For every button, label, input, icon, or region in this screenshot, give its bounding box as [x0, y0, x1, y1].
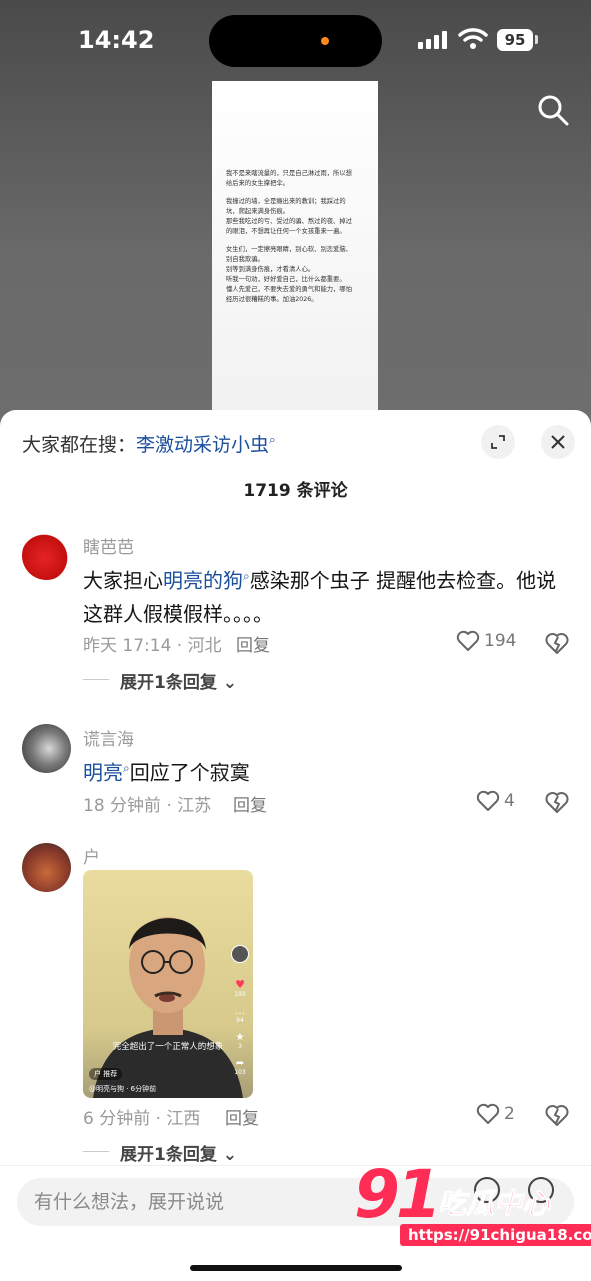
watermark-number: 91: [354, 1156, 442, 1233]
dislike-icon[interactable]: [544, 790, 570, 814]
expand-divider: [83, 679, 109, 680]
expand-replies-label: 展开1条回复: [120, 673, 217, 693]
video-recommend-tag: 户 推荐: [89, 1068, 123, 1080]
expand-replies-button[interactable]: 展开1条回复 ⌄: [120, 668, 237, 693]
comment-text-part: 大家担心: [83, 568, 163, 593]
heart-icon: [476, 1103, 500, 1124]
document-image: 我不是来瞎流量的，只是自己淋过雨，所以想 给后来的女生撑把伞。 我撞过的墙，全是…: [212, 81, 378, 416]
comment-text: 明亮⌕回应了个寂寞: [83, 752, 563, 790]
doc-paragraph: 我撞过的墙，全是瘾出来的教训；我踩过的 坑，爬起来满身伤痕。 那些我吃过的亏、受…: [226, 198, 352, 235]
search-hint-icon: ⌕: [269, 432, 276, 447]
comment-video-thumbnail[interactable]: ♥ 193 … 94 ★ 3 ➦ 103 完全超出了一个正常人的想象 户 推荐 @明亮与…: [83, 870, 253, 1098]
dislike-icon[interactable]: [544, 1103, 570, 1127]
expand-replies-label: 展开1条回复: [120, 1145, 217, 1165]
expand-button[interactable]: [481, 425, 515, 459]
video-share-stat: ➦ 103: [231, 1058, 249, 1076]
comment-count: 1719 条评论: [243, 481, 348, 501]
comment-mention-link[interactable]: 明亮: [83, 761, 123, 785]
share-icon: ➦: [235, 1058, 245, 1069]
doc-paragraph: 我不是来瞎流量的，只是自己淋过雨，所以想 给后来的女生撑把伞。: [226, 170, 352, 187]
search-hint-icon: ⌕: [243, 569, 250, 583]
trending-search-keyword[interactable]: 李激动采访小虫: [136, 434, 269, 456]
chevron-down-icon: ⌄: [222, 673, 238, 693]
comment-username[interactable]: 瞎芭芭: [83, 533, 134, 558]
like-button[interactable]: 194: [456, 630, 516, 652]
video-like-stat: ♥ 193: [231, 978, 249, 998]
like-count: 194: [484, 631, 517, 651]
heart-icon: [476, 790, 500, 811]
comment-text-part: 回应了个寂寞: [129, 760, 250, 785]
person-figure: [93, 917, 243, 1098]
comment-bubble-icon: …: [235, 1006, 245, 1017]
avatar[interactable]: [22, 531, 71, 580]
battery-indicator: 95: [497, 29, 533, 51]
video-author: @明亮与狗 · 6分钟前: [89, 1085, 157, 1093]
video-comment-stat: … 94: [231, 1006, 249, 1024]
avatar[interactable]: [22, 843, 71, 892]
heart-icon: ♥: [235, 978, 245, 991]
home-indicator: [190, 1265, 402, 1271]
like-button[interactable]: 4: [476, 790, 515, 812]
battery-tip: [535, 35, 538, 44]
comment-meta: 6 分钟前 · 江西: [83, 1109, 201, 1129]
status-time: 14:42: [78, 26, 155, 54]
video-caption: 完全超出了一个正常人的想象: [112, 1042, 224, 1052]
dynamic-island: [209, 15, 382, 67]
video-creator-avatar: [231, 945, 249, 963]
like-count: 4: [504, 791, 515, 811]
avatar[interactable]: [22, 724, 71, 773]
expand-divider: [83, 1151, 109, 1152]
expand-replies-button[interactable]: 展开1条回复 ⌄: [120, 1140, 237, 1165]
cellular-signal-icon: [418, 31, 447, 49]
like-button[interactable]: 2: [476, 1103, 515, 1125]
recording-dot: [321, 37, 329, 45]
search-icon[interactable]: [537, 94, 569, 126]
comment-meta: 18 分钟前 · 江苏: [83, 796, 212, 816]
reply-button[interactable]: 回复: [236, 631, 270, 656]
expand-icon: [491, 435, 505, 449]
comment-mention-link[interactable]: 明亮的狗: [163, 569, 243, 593]
comment-sheet: 大家都在搜：李激动采访小虫⌕ 1719 条评论 瞎芭芭 大家担心明亮的狗⌕感染那…: [0, 410, 591, 1280]
watermark: 91 吃瓜中心 https://91chigua18.com: [352, 1156, 591, 1256]
trending-search-prefix: 大家都在搜：: [22, 434, 137, 456]
like-count: 2: [504, 1104, 515, 1124]
chevron-down-icon: ⌄: [222, 1145, 238, 1165]
comment-username[interactable]: 谎言海: [83, 725, 134, 750]
doc-paragraph: 女生们，一定擦亮眼睛，别心软、别恋爱脑、 别自我欺骗。 别等到满身伤痕，才看清人…: [226, 246, 352, 303]
comment-text: 大家担心明亮的狗⌕感染那个虫子 提醒他去检查。他说这群人假模假样。。。。: [83, 560, 563, 631]
watermark-name: 吃瓜中心: [437, 1187, 551, 1221]
comment-meta: 昨天 17:14 · 河北: [83, 636, 222, 656]
close-button[interactable]: [541, 425, 575, 459]
close-icon: [551, 435, 565, 449]
heart-icon: [456, 630, 480, 651]
comment-username[interactable]: 户: [83, 843, 100, 868]
wifi-icon: [458, 28, 488, 49]
reply-button[interactable]: 回复: [233, 791, 267, 816]
dislike-icon[interactable]: [544, 631, 570, 655]
search-hint-icon: ⌕: [123, 761, 130, 775]
trending-search[interactable]: 大家都在搜：李激动采访小虫⌕: [22, 430, 276, 457]
watermark-url: https://91chigua18.com: [400, 1224, 591, 1246]
reply-button[interactable]: 回复: [225, 1104, 259, 1129]
